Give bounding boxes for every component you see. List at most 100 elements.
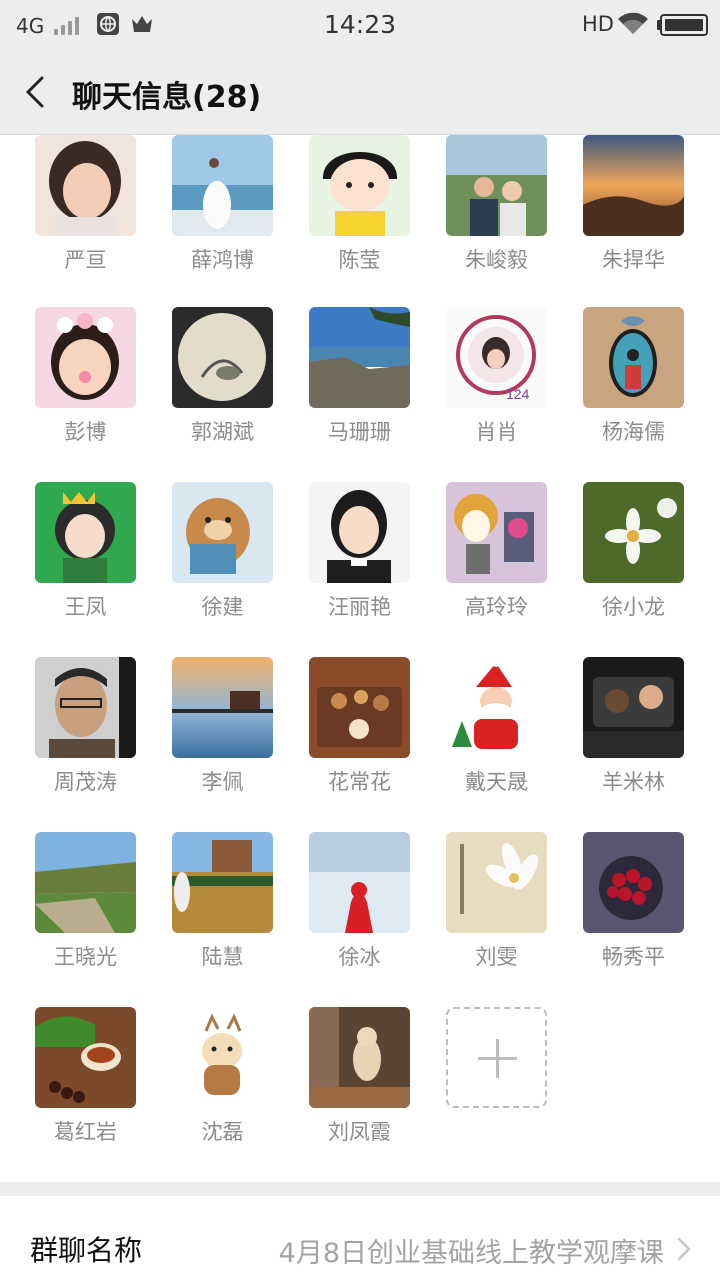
member-avatar[interactable] [309, 307, 410, 408]
member-avatar[interactable] [309, 1007, 410, 1108]
member-name: 王晓光 [54, 945, 117, 969]
member-name: 朱峻毅 [465, 248, 528, 272]
member-item[interactable]: 马珊珊 [291, 307, 428, 467]
member-name: 陈莹 [338, 248, 381, 272]
member-name: 徐小龙 [602, 595, 665, 619]
member-name: 郭湖斌 [191, 420, 254, 444]
member-name: 薛鸿博 [191, 248, 254, 272]
member-name: 花常花 [328, 770, 391, 794]
member-name: 李佩 [201, 770, 244, 794]
member-item[interactable]: 刘凤霞 [291, 1007, 428, 1167]
member-item[interactable]: 徐冰 [291, 832, 428, 992]
member-avatar[interactable] [35, 657, 136, 758]
member-avatar[interactable] [172, 307, 273, 408]
status-bar: 4G 14:23 HD [0, 0, 720, 50]
member-name: 杨海儒 [602, 420, 665, 444]
plus-icon-vertical [496, 1039, 499, 1078]
member-item[interactable]: 薛鸿博 [154, 135, 291, 295]
member-item[interactable]: 周茂涛 [17, 657, 154, 817]
member-avatar[interactable] [35, 1007, 136, 1108]
member-name: 周茂涛 [54, 770, 117, 794]
group-name-row[interactable]: 群聊名称 4月8日创业基础线上教学观摩课 [0, 1196, 720, 1280]
member-name: 徐建 [201, 595, 244, 619]
member-avatar[interactable] [446, 657, 547, 758]
member-name: 严亘 [64, 248, 107, 272]
member-name: 刘雯 [475, 945, 518, 969]
member-avatar[interactable] [583, 832, 684, 933]
battery-icon [660, 14, 708, 36]
member-avatar[interactable] [172, 135, 273, 236]
member-item[interactable]: 刘雯 [428, 832, 565, 992]
member-avatar[interactable] [583, 657, 684, 758]
member-avatar[interactable] [172, 1007, 273, 1108]
group-name-value: 4月8日创业基础线上教学观摩课 [278, 1238, 664, 1269]
member-item[interactable]: 葛红岩 [17, 1007, 154, 1167]
member-avatar[interactable] [35, 135, 136, 236]
page-title: 聊天信息(28) [72, 80, 262, 115]
member-avatar[interactable] [583, 482, 684, 583]
member-name: 沈磊 [201, 1120, 244, 1144]
member-avatar[interactable] [446, 482, 547, 583]
member-item[interactable]: 羊米林 [565, 657, 702, 817]
member-item[interactable]: 畅秀平 [565, 832, 702, 992]
back-arrow-icon[interactable] [16, 70, 60, 114]
member-avatar[interactable] [172, 657, 273, 758]
member-item[interactable]: 戴天晟 [428, 657, 565, 817]
member-avatar[interactable] [583, 135, 684, 236]
member-name: 马珊珊 [328, 420, 391, 444]
member-item[interactable]: 王凤 [17, 482, 154, 642]
member-item[interactable]: 徐建 [154, 482, 291, 642]
member-item[interactable]: 李佩 [154, 657, 291, 817]
member-grid: 严亘 薛鸿博 陈莹 朱峻毅 朱捍华 彭博 郭湖斌 马珊珊 124 肖肖 杨海儒 … [0, 135, 720, 1182]
member-name: 朱捍华 [602, 248, 665, 272]
member-item[interactable]: 汪丽艳 [291, 482, 428, 642]
section-divider [0, 1182, 720, 1196]
add-member-button[interactable] [446, 1007, 547, 1108]
member-name: 陆慧 [201, 945, 244, 969]
svg-text:124: 124 [506, 386, 530, 402]
member-name: 汪丽艳 [328, 595, 391, 619]
member-name: 徐冰 [338, 945, 381, 969]
member-avatar[interactable] [583, 307, 684, 408]
member-name: 葛红岩 [54, 1120, 117, 1144]
member-avatar[interactable] [309, 482, 410, 583]
member-item[interactable]: 花常花 [291, 657, 428, 817]
member-name: 肖肖 [475, 420, 518, 444]
member-name: 畅秀平 [602, 945, 665, 969]
member-item[interactable]: 严亘 [17, 135, 154, 295]
member-avatar[interactable] [172, 482, 273, 583]
member-avatar[interactable] [35, 832, 136, 933]
member-item[interactable]: 朱捍华 [565, 135, 702, 295]
member-item[interactable]: 陆慧 [154, 832, 291, 992]
chevron-right-icon [677, 1237, 691, 1261]
member-avatar[interactable] [446, 135, 547, 236]
member-name: 彭博 [64, 420, 107, 444]
member-item[interactable]: 杨海儒 [565, 307, 702, 467]
member-avatar[interactable] [309, 657, 410, 758]
member-item[interactable]: 124 肖肖 [428, 307, 565, 467]
member-avatar[interactable] [35, 307, 136, 408]
member-name: 高玲玲 [465, 595, 528, 619]
member-name: 王凤 [64, 595, 107, 619]
member-item[interactable]: 徐小龙 [565, 482, 702, 642]
member-avatar[interactable]: 124 [446, 307, 547, 408]
member-item[interactable]: 高玲玲 [428, 482, 565, 642]
member-avatar[interactable] [35, 482, 136, 583]
member-item[interactable]: 沈磊 [154, 1007, 291, 1167]
member-avatar[interactable] [446, 832, 547, 933]
hd-indicator: HD [582, 12, 614, 36]
wifi-icon [618, 12, 648, 35]
member-item[interactable]: 彭博 [17, 307, 154, 467]
member-avatar[interactable] [309, 135, 410, 236]
member-item[interactable]: 郭湖斌 [154, 307, 291, 467]
member-name: 羊米林 [602, 770, 665, 794]
member-item[interactable]: 王晓光 [17, 832, 154, 992]
member-name: 戴天晟 [465, 770, 528, 794]
member-item[interactable]: 陈莹 [291, 135, 428, 295]
group-name-label: 群聊名称 [30, 1234, 143, 1267]
member-item[interactable]: 朱峻毅 [428, 135, 565, 295]
member-name: 刘凤霞 [328, 1120, 391, 1144]
member-avatar[interactable] [309, 832, 410, 933]
nav-bar: 聊天信息(28) [0, 50, 720, 135]
member-avatar[interactable] [172, 832, 273, 933]
